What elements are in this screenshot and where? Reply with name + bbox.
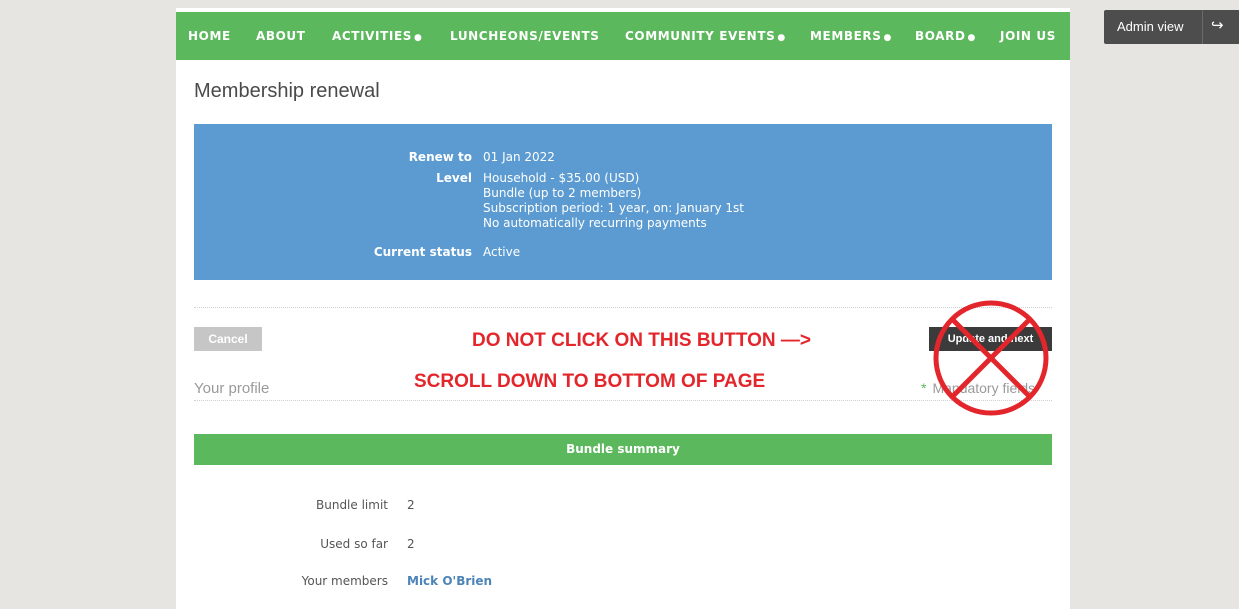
bundle-summary-header: Bundle summary [194, 434, 1052, 465]
admin-separator [1202, 10, 1203, 44]
level-line: Household - $35.00 (USD) [483, 171, 640, 185]
admin-view-button[interactable]: Admin view [1117, 19, 1183, 34]
submenu-dot-icon: ● [777, 33, 786, 43]
nav-item-home[interactable]: HOME [188, 29, 231, 43]
level-value: Household - $35.00 (USD) Bundle (up to 2… [483, 171, 744, 231]
level-line: Subscription period: 1 year, on: January… [483, 201, 745, 215]
nav-item-luncheons-events[interactable]: LUNCHEONS/EVENTS [450, 29, 599, 43]
bundle-limit-value: 2 [407, 498, 415, 512]
your-members-label: Your members [301, 574, 388, 588]
warning-text-do-not-click: DO NOT CLICK ON THIS BUTTON —> [472, 330, 812, 351]
level-line: No automatically recurring payments [483, 216, 707, 230]
level-label: Level [436, 171, 472, 185]
renew-to-label: Renew to [408, 150, 472, 164]
nav-item-about[interactable]: ABOUT [256, 29, 306, 43]
member-link[interactable]: Mick O'Brien [407, 574, 492, 588]
main-navbar: HOME ABOUT ACTIVITIES ● LUNCHEONS/EVENTS … [176, 12, 1070, 60]
submenu-dot-icon: ● [967, 33, 976, 43]
status-label: Current status [373, 245, 472, 259]
renewal-info-box: Renew to 01 Jan 2022 Level Household - $… [194, 124, 1052, 280]
prohibited-cross-icon [933, 300, 1049, 416]
your-profile-heading: Your profile [194, 380, 270, 397]
bundle-limit-label: Bundle limit [316, 498, 388, 512]
required-star-icon: * [921, 380, 927, 396]
nav-item-activities[interactable]: ACTIVITIES ● [332, 29, 422, 43]
nav-item-join-us[interactable]: JOIN US [1000, 29, 1056, 43]
used-so-far-label: Used so far [320, 537, 388, 551]
admin-view-bar: Admin view ↪ [1104, 10, 1239, 44]
warning-text-scroll-down: SCROLL DOWN TO BOTTOM OF PAGE [414, 371, 766, 392]
nav-item-community-events[interactable]: COMMUNITY EVENTS ● [625, 29, 786, 43]
level-line: Bundle (up to 2 members) [483, 186, 642, 200]
renew-to-value: 01 Jan 2022 [483, 150, 555, 164]
divider [194, 400, 1052, 401]
logout-icon[interactable]: ↪ [1211, 16, 1224, 34]
used-so-far-value: 2 [407, 537, 415, 551]
status-value: Active [483, 245, 521, 259]
submenu-dot-icon: ● [883, 33, 892, 43]
page-container: HOME ABOUT ACTIVITIES ● LUNCHEONS/EVENTS … [176, 8, 1070, 609]
cancel-button[interactable]: Cancel [194, 327, 262, 351]
page-title: Membership renewal [194, 80, 380, 102]
nav-item-members[interactable]: MEMBERS ● [810, 29, 892, 43]
nav-item-board[interactable]: BOARD ● [915, 29, 976, 43]
submenu-dot-icon: ● [414, 33, 423, 43]
divider [194, 307, 1052, 308]
